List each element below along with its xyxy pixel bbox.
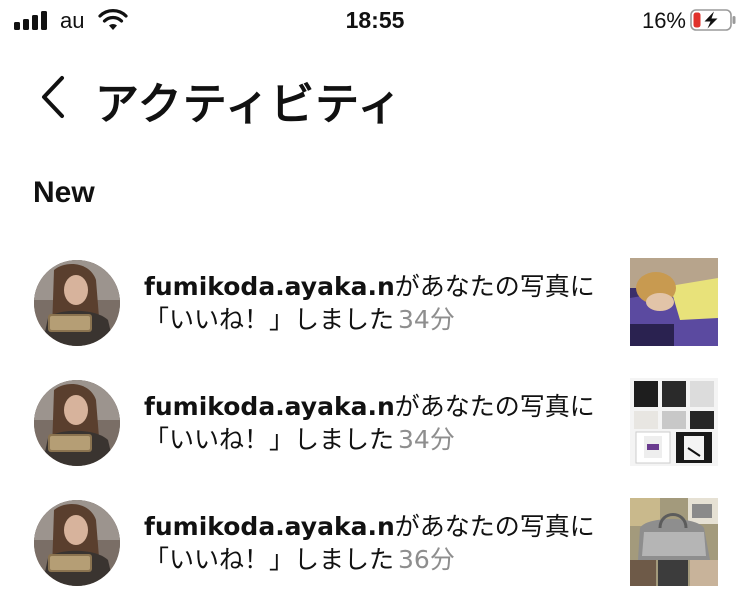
activity-item[interactable]: fumikoda.ayaka.nがあなたの写真に 「いいね！」しました 36分 — [0, 480, 750, 600]
status-bar: au 18:55 16% — [0, 0, 750, 42]
activity-message-line2: 「いいね！」しました — [144, 425, 395, 454]
post-thumbnail[interactable] — [630, 258, 718, 346]
activity-message: があなたの写真に — [394, 392, 595, 421]
header: アクティビティ — [0, 60, 750, 132]
username-link[interactable]: fumikoda.ayaka.n — [144, 512, 395, 541]
avatar[interactable] — [34, 380, 120, 466]
activity-text: fumikoda.ayaka.nがあなたの写真に 「いいね！」しました 36分 — [144, 510, 614, 576]
chevron-left-icon — [42, 76, 64, 118]
page-title: アクティビティ — [95, 79, 403, 130]
timestamp: 36分 — [398, 545, 455, 574]
username-link[interactable]: fumikoda.ayaka.n — [144, 272, 395, 301]
timestamp: 34分 — [398, 305, 455, 334]
activity-message-line2: 「いいね！」しました — [144, 545, 395, 574]
post-thumbnail[interactable] — [630, 378, 718, 466]
activity-text: fumikoda.ayaka.nがあなたの写真に 「いいね！」しました 34分 — [144, 390, 614, 456]
activity-message-line2: 「いいね！」しました — [144, 305, 395, 334]
status-time: 18:55 — [345, 7, 405, 33]
battery-level-fill — [693, 12, 701, 28]
section-label-new: New — [33, 176, 95, 209]
post-photo — [630, 378, 718, 466]
post-photo — [630, 498, 718, 586]
activity-text: fumikoda.ayaka.nがあなたの写真に 「いいね！」しました 34分 — [144, 270, 614, 336]
avatar[interactable] — [34, 260, 120, 346]
activity-item[interactable]: fumikoda.ayaka.nがあなたの写真に 「いいね！」しました 34分 — [0, 360, 750, 480]
activity-item[interactable]: fumikoda.ayaka.nがあなたの写真に 「いいね！」しました 34分 — [0, 240, 750, 360]
activity-message: があなたの写真に — [394, 272, 595, 301]
activity-message: があなたの写真に — [394, 512, 595, 541]
post-thumbnail[interactable] — [630, 498, 718, 586]
battery-percent: 16% — [641, 8, 686, 33]
avatar[interactable] — [34, 500, 120, 586]
username-link[interactable]: fumikoda.ayaka.n — [144, 392, 395, 421]
back-button[interactable] — [28, 70, 76, 124]
timestamp: 34分 — [398, 425, 455, 454]
post-photo — [630, 258, 718, 346]
battery-charging-icon — [690, 9, 736, 31]
